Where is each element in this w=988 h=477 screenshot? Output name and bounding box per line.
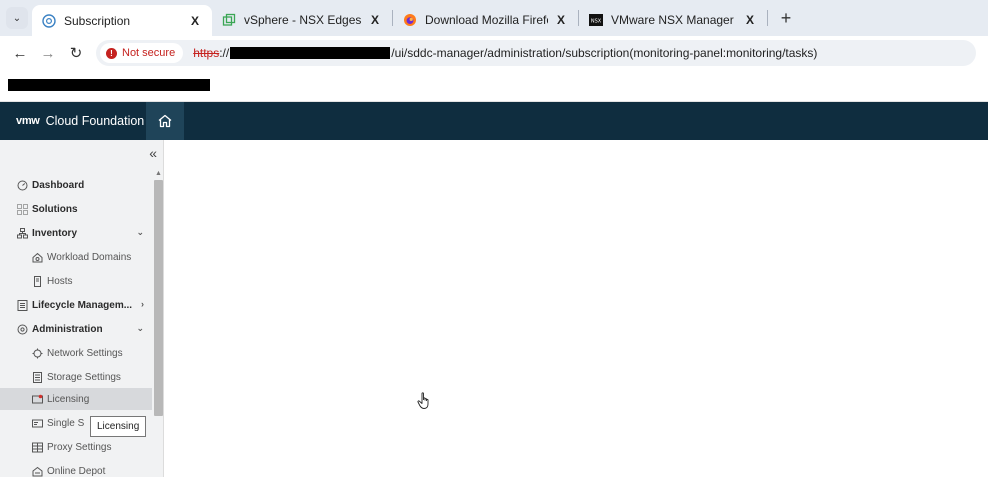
new-tab-button[interactable]: + [776,8,796,29]
reload-icon: ↻ [69,45,83,62]
site-security-chip[interactable]: ! Not secure [100,43,184,63]
solutions-icon [17,203,28,215]
sidebar-item-network-settings[interactable]: Network Settings [0,342,152,364]
scrollbar-thumb[interactable] [154,180,163,416]
nsx-icon: NSX [589,13,603,27]
sidebar-item-dashboard[interactable]: Dashboard [0,174,152,196]
collapse-sidebar-button[interactable]: « [149,145,157,161]
vcf-icon [42,14,56,28]
app-header: vmw Cloud Foundation [0,102,988,140]
sidebar-item-proxy-settings[interactable]: Proxy Settings [0,436,152,458]
tab-title: vSphere - NSX Edges [244,13,362,27]
licensing-tooltip: Licensing [90,416,147,437]
chevron-right-icon: › [141,299,144,309]
hand-pointer-icon [417,392,429,409]
chevron-down-icon: ⌄ [136,227,144,237]
home-button[interactable] [146,102,184,140]
tab-title: Download Mozilla Firefox for W [425,13,548,27]
network-settings-icon [32,348,43,359]
main-content [165,140,988,477]
tab-title: VMware NSX Manager Virtual A [611,13,737,27]
sidebar-item-storage-settings[interactable]: Storage Settings [0,366,152,388]
tab-subscription[interactable]: Subscription X [32,5,212,37]
redacted-bookmark [8,79,210,91]
licensing-icon [32,394,43,405]
sidebar-item-label: Solutions [32,203,78,215]
sidebar-scrollbar[interactable]: ▲ [153,170,163,477]
sidebar-item-label: Online Depot [47,465,106,477]
sidebar-item-label: Inventory [32,227,78,239]
tab-close-icon[interactable]: X [743,13,757,27]
warning-icon: ! [106,47,117,59]
sidebar-item-label: Workload Domains [47,251,132,263]
tab-close-icon[interactable]: X [188,14,202,28]
vmw-logo: vmw [16,115,40,127]
sidebar-item-hosts[interactable]: Hosts [0,270,152,292]
hosts-icon [32,275,43,287]
redacted-host [230,47,391,59]
workload-domains-icon [32,252,43,263]
not-secure-label: Not secure [122,47,176,59]
sidebar-item-solutions[interactable]: Solutions [0,198,152,220]
url-separator: :// [219,46,230,60]
sidebar-item-label: Proxy Settings [47,441,112,453]
sidebar-item-label: Single S [47,417,85,429]
forward-button[interactable]: → [34,45,62,62]
app-name: Cloud Foundation [45,114,145,128]
browser-tab-strip: ⌄ Subscription X vSphere - NSX Edges X D… [0,0,988,37]
sidebar-item-label: Administration [32,323,103,335]
arrow-left-icon: ← [12,44,28,62]
tab-separator [767,10,768,26]
scroll-up-icon[interactable]: ▲ [155,170,162,177]
sidebar-item-label: Lifecycle Managem... [32,299,133,311]
storage-settings-icon [32,371,43,383]
chevron-down-icon: ⌄ [12,12,22,24]
dashboard-icon [17,180,28,191]
chevron-down-icon: ⌄ [136,323,144,333]
tab-close-icon[interactable]: X [554,13,568,27]
sidebar-item-online-depot[interactable]: Online Depot [0,460,152,477]
tab-nsx-manager[interactable]: NSX VMware NSX Manager Virtual A X [579,5,767,35]
firefox-icon [403,13,417,27]
arrow-right-icon: → [40,44,56,62]
back-button[interactable]: ← [6,45,34,62]
url-scheme: https [193,46,220,60]
url-path: /ui/sddc-manager/administration/subscrip… [391,46,818,60]
proxy-settings-icon [32,442,43,453]
sidebar-item-label: Licensing [47,393,90,405]
inventory-icon [17,227,28,239]
double-chevron-left-icon: « [149,145,157,161]
reload-button[interactable]: ↻ [62,44,90,62]
home-icon [158,114,172,128]
tab-download-firefox[interactable]: Download Mozilla Firefox for W X [393,5,578,35]
tab-vsphere-nsx-edges[interactable]: vSphere - NSX Edges X [212,5,392,35]
administration-icon [17,324,28,335]
sidebar: « ▲ Dashboard Solutions Inventory ⌄ Work… [0,140,164,477]
tab-close-icon[interactable]: X [368,13,382,27]
sidebar-item-label: Network Settings [47,347,123,359]
sidebar-item-licensing[interactable]: Licensing [0,388,152,410]
sidebar-item-workload-domains[interactable]: Workload Domains [0,246,152,268]
url-text[interactable]: https :// /ui/sddc-manager/administratio… [193,46,817,60]
sidebar-item-label: Storage Settings [47,371,121,383]
sidebar-item-inventory[interactable]: Inventory ⌄ [0,222,152,244]
bookmarks-bar [0,70,988,102]
single-sign-on-icon [32,418,43,429]
sidebar-item-label: Dashboard [32,179,85,191]
address-bar[interactable]: ! Not secure https :// /ui/sddc-manager/… [96,40,976,66]
app-brand[interactable]: vmw Cloud Foundation [0,102,146,140]
sidebar-item-label: Hosts [47,275,73,287]
vsphere-icon [222,13,236,27]
tab-title: Subscription [64,14,131,28]
browser-toolbar: ← → ↻ ! Not secure https :// /ui/sddc-ma… [0,36,988,70]
online-depot-icon [32,466,43,477]
tab-search-menu-button[interactable]: ⌄ [6,7,28,29]
sidebar-item-administration[interactable]: Administration ⌄ [0,318,152,340]
sidebar-item-lifecycle-management[interactable]: Lifecycle Managem... › [0,294,152,316]
lifecycle-icon [17,299,28,311]
svg-text:NSX: NSX [591,19,602,25]
